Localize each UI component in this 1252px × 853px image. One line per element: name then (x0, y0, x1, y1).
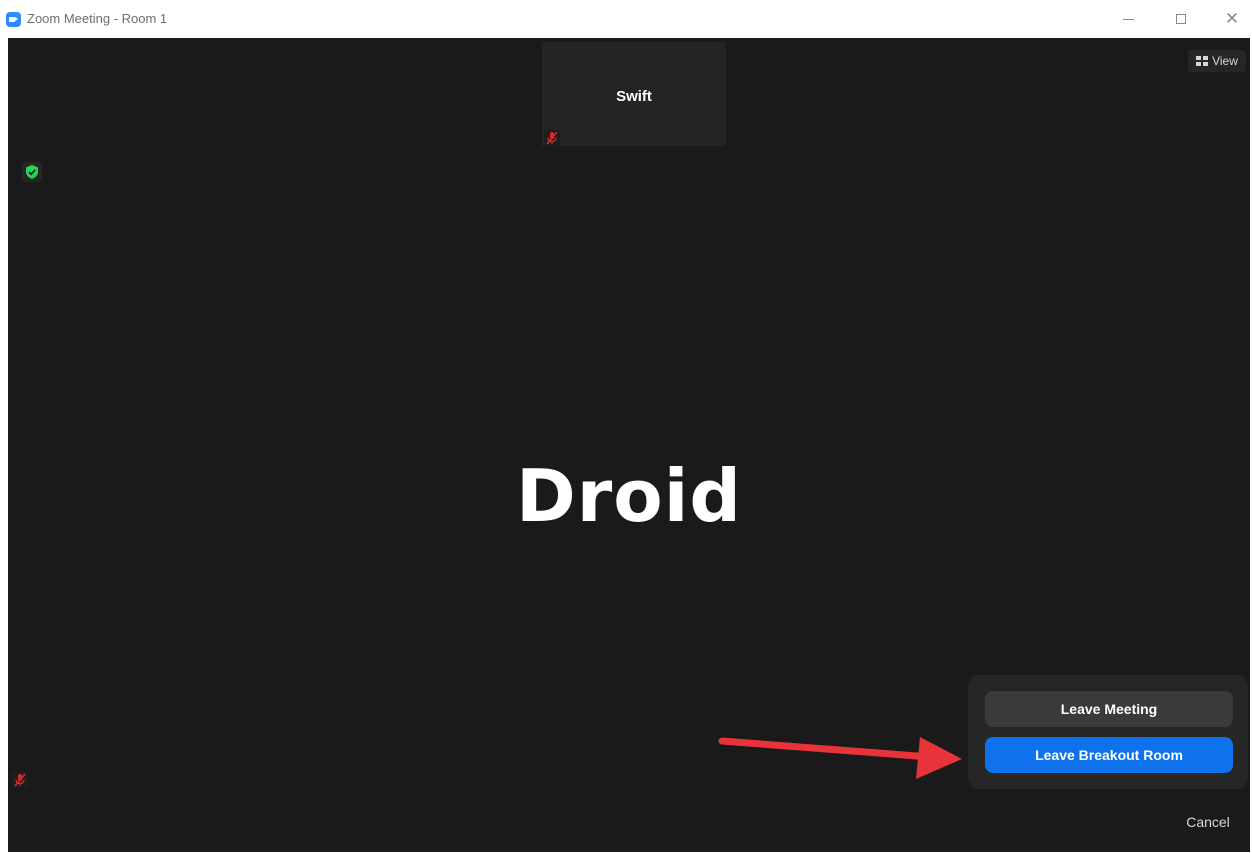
grid-view-icon (1196, 56, 1209, 66)
leave-options-panel: Leave Meeting Leave Breakout Room (968, 675, 1248, 789)
video-stage: Swift View Droid Leave Meeting Leave Bre… (8, 38, 1250, 852)
view-button[interactable]: View (1188, 50, 1246, 72)
cancel-button[interactable]: Cancel (1168, 814, 1248, 830)
maximize-icon (1176, 14, 1186, 24)
view-label: View (1212, 54, 1238, 68)
leave-meeting-button[interactable]: Leave Meeting (985, 691, 1233, 727)
maximize-button[interactable] (1161, 6, 1201, 32)
mic-muted-icon (544, 130, 560, 146)
participant-thumbnail[interactable]: Swift (542, 42, 726, 146)
minimize-button[interactable] (1108, 6, 1148, 32)
close-button[interactable]: ✕ (1212, 6, 1252, 32)
close-icon: ✕ (1224, 8, 1240, 29)
shield-check-icon (26, 165, 38, 179)
active-speaker-name: Droid (516, 454, 742, 538)
minimize-icon (1122, 18, 1134, 20)
window-title: Zoom Meeting - Room 1 (27, 11, 168, 26)
mic-muted-icon (12, 772, 28, 788)
leave-breakout-room-button[interactable]: Leave Breakout Room (985, 737, 1233, 773)
zoom-icon (6, 12, 21, 27)
security-badge[interactable] (22, 162, 42, 182)
participant-name: Swift (616, 88, 652, 105)
title-bar: Zoom Meeting - Room 1 ✕ (0, 0, 1252, 38)
